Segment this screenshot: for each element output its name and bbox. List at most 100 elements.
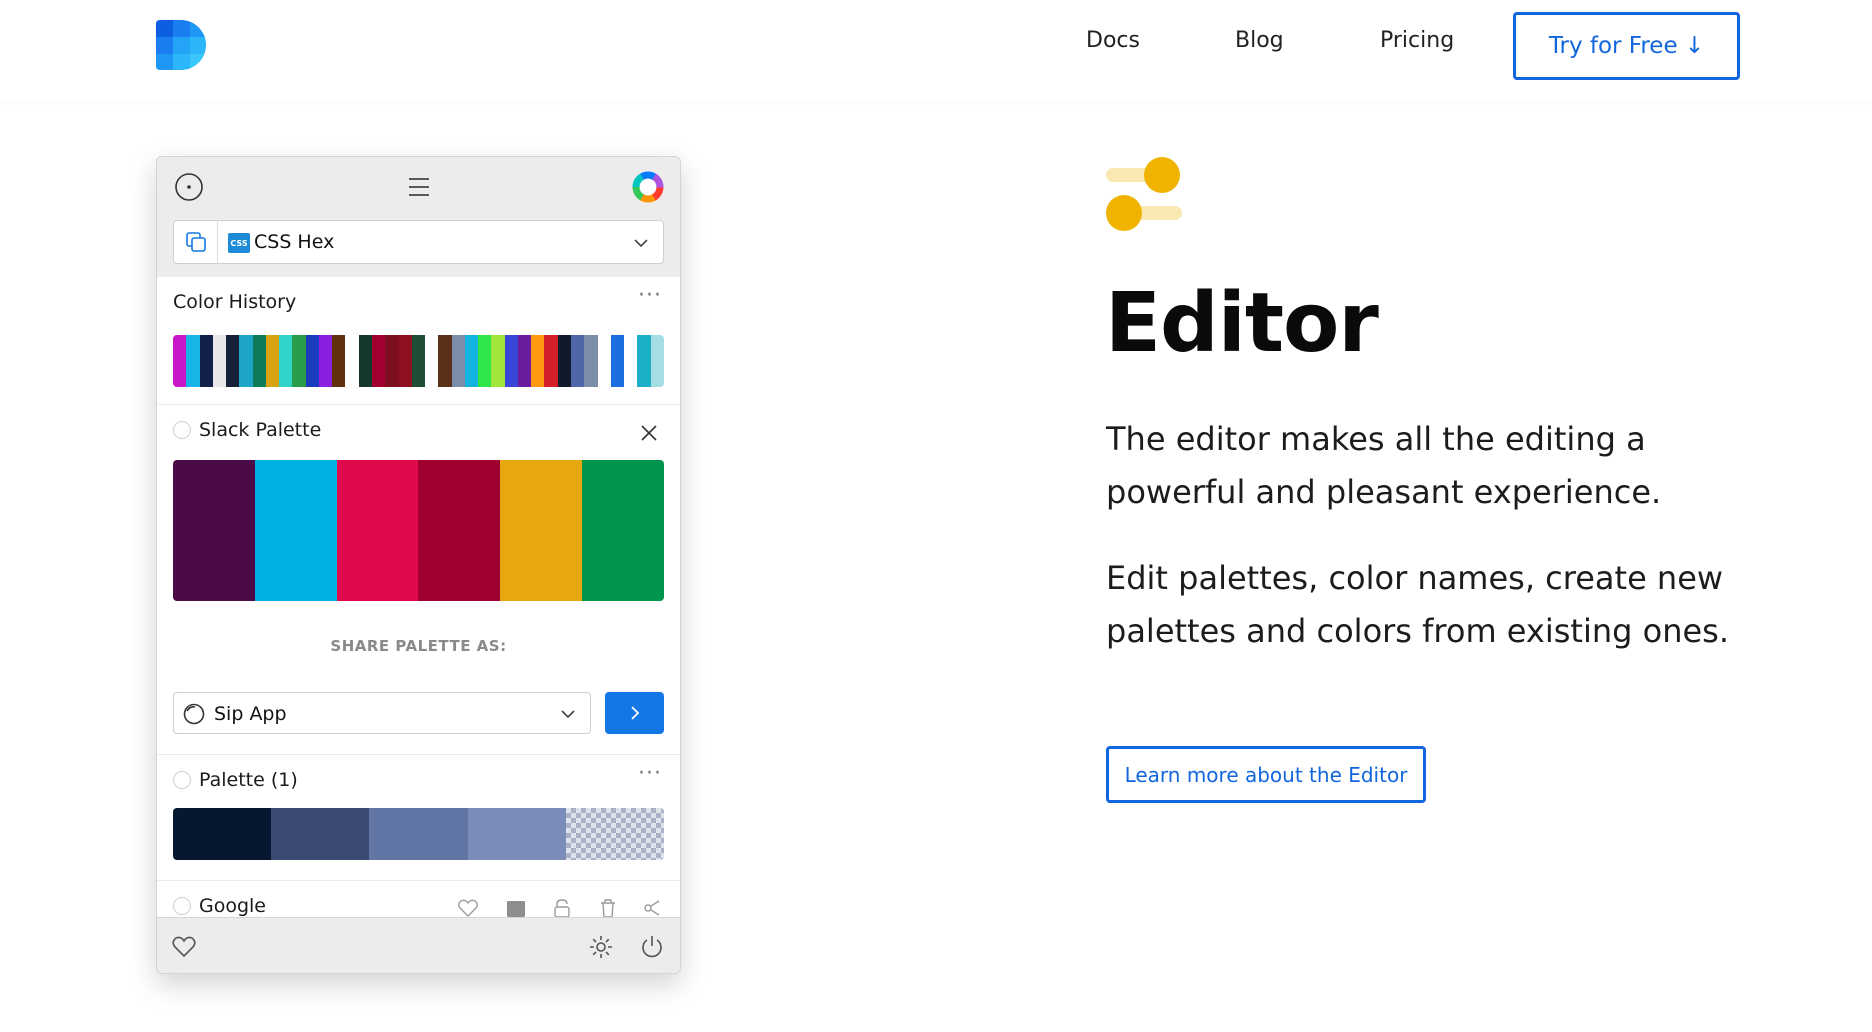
page-title: Editor	[1105, 276, 1379, 371]
palette-1-title: Palette (1)	[199, 769, 298, 791]
color-swatch[interactable]	[451, 335, 465, 387]
palette-select-radio[interactable]	[173, 897, 191, 915]
power-icon[interactable]	[637, 932, 667, 962]
palette-list[interactable]: Color History ··· Slack Palette SHARE PA…	[157, 277, 680, 917]
heart-icon[interactable]	[169, 932, 199, 962]
google-palette-section: Google	[157, 881, 680, 917]
format-label: CSS Hex	[254, 231, 335, 253]
color-swatch[interactable]	[491, 335, 505, 387]
color-swatch[interactable]	[438, 335, 452, 387]
nav-docs-link[interactable]: Docs	[1086, 28, 1140, 53]
color-swatch[interactable]	[305, 335, 319, 387]
color-swatch[interactable]	[411, 335, 426, 387]
color-picker-icon[interactable]	[173, 171, 205, 203]
color-history-swatches[interactable]	[173, 335, 664, 387]
color-swatch[interactable]	[279, 335, 293, 387]
nav-blog-link[interactable]: Blog	[1235, 28, 1284, 53]
color-swatch[interactable]	[336, 460, 419, 601]
share-go-button[interactable]	[605, 692, 664, 734]
color-swatch[interactable]	[358, 335, 372, 387]
color-swatch[interactable]	[425, 335, 439, 387]
color-swatch[interactable]	[369, 808, 468, 860]
learn-more-button[interactable]: Learn more about the Editor	[1106, 746, 1426, 803]
color-swatch[interactable]	[557, 335, 571, 387]
color-swatch[interactable]	[173, 808, 272, 860]
color-swatch[interactable]	[385, 335, 399, 387]
color-swatch[interactable]	[254, 460, 337, 601]
color-swatch[interactable]	[500, 460, 583, 601]
color-swatch[interactable]	[478, 335, 492, 387]
color-swatch[interactable]	[252, 335, 266, 387]
sip-app-icon	[183, 703, 205, 725]
color-swatch[interactable]	[212, 335, 227, 387]
description-paragraph-2: Edit palettes, color names, create new p…	[1106, 559, 1729, 650]
color-swatch[interactable]	[239, 335, 253, 387]
color-swatch[interactable]	[582, 460, 664, 601]
chevron-down-icon	[634, 239, 648, 248]
color-swatch[interactable]	[199, 335, 213, 387]
lock-icon[interactable]	[551, 897, 573, 917]
color-swatch[interactable]	[504, 335, 518, 387]
sip-app-window: CSS CSS Hex Color History ··· Slack Pale…	[156, 156, 681, 974]
color-swatch[interactable]	[531, 335, 545, 387]
nav-pricing-link[interactable]: Pricing	[1380, 28, 1454, 53]
favorite-heart-icon[interactable]	[457, 897, 479, 917]
menu-icon[interactable]	[403, 171, 435, 203]
color-swatch[interactable]	[371, 335, 386, 387]
palette-view-icon[interactable]	[505, 897, 527, 917]
gear-icon[interactable]	[586, 932, 616, 962]
color-swatch[interactable]	[597, 335, 611, 387]
palette-1-swatches[interactable]	[173, 808, 664, 860]
share-icon[interactable]	[641, 897, 663, 917]
color-swatch[interactable]	[584, 335, 598, 387]
app-toolbar: CSS CSS Hex	[157, 157, 680, 277]
google-palette-title: Google	[199, 895, 267, 917]
close-icon[interactable]	[635, 419, 663, 447]
color-swatch[interactable]	[570, 335, 585, 387]
color-swatch[interactable]	[398, 335, 412, 387]
color-swatch[interactable]	[464, 335, 479, 387]
color-swatch[interactable]	[637, 335, 651, 387]
color-swatch[interactable]	[265, 335, 280, 387]
color-swatch[interactable]	[332, 335, 346, 387]
trash-icon[interactable]	[597, 897, 619, 917]
color-swatch[interactable]	[186, 335, 200, 387]
color-swatch[interactable]	[292, 335, 306, 387]
palette-1-section: Palette (1) ···	[157, 755, 680, 881]
color-swatch[interactable]	[173, 335, 187, 387]
chevron-down-icon	[561, 710, 575, 719]
sip-logo-icon[interactable]	[156, 20, 206, 70]
color-swatch[interactable]	[418, 460, 501, 601]
palette-select-radio[interactable]	[173, 771, 191, 789]
try-for-free-button[interactable]: Try for Free ↓	[1513, 12, 1740, 80]
top-navigation: Docs Blog Pricing Try for Free ↓	[0, 0, 1872, 100]
palette-select-radio[interactable]	[173, 421, 191, 439]
color-swatch[interactable]	[345, 335, 359, 387]
slack-palette-swatches[interactable]	[173, 460, 664, 601]
chevron-right-icon	[630, 706, 639, 720]
color-history-section: Color History ···	[157, 277, 680, 405]
color-swatch[interactable]	[610, 335, 625, 387]
color-swatch[interactable]	[624, 335, 638, 387]
color-swatch[interactable]	[544, 335, 558, 387]
color-swatch[interactable]	[517, 335, 532, 387]
color-swatch[interactable]	[318, 335, 333, 387]
color-format-select[interactable]: CSS CSS Hex	[173, 220, 664, 264]
more-options-icon[interactable]: ···	[638, 761, 662, 786]
copy-icon[interactable]	[174, 221, 218, 263]
color-swatch[interactable]	[650, 335, 664, 387]
color-history-title: Color History	[173, 291, 297, 313]
slack-palette-section: Slack Palette SHARE PALETTE AS: Sip App	[157, 405, 680, 755]
color-swatch[interactable]	[271, 808, 370, 860]
color-swatch[interactable]	[173, 460, 255, 601]
share-target-select[interactable]: Sip App	[173, 692, 591, 734]
more-options-icon[interactable]: ···	[638, 283, 662, 308]
transparent-color-swatch[interactable]	[565, 808, 664, 860]
color-swatch[interactable]	[226, 335, 240, 387]
description-paragraph-1: The editor makes all the editing a power…	[1106, 420, 1662, 511]
app-footer-bar	[157, 917, 680, 973]
editor-sliders-icon	[1106, 157, 1182, 231]
css-format-icon: CSS	[228, 233, 250, 253]
color-swatch[interactable]	[467, 808, 566, 860]
color-wheel-icon[interactable]	[632, 171, 664, 203]
